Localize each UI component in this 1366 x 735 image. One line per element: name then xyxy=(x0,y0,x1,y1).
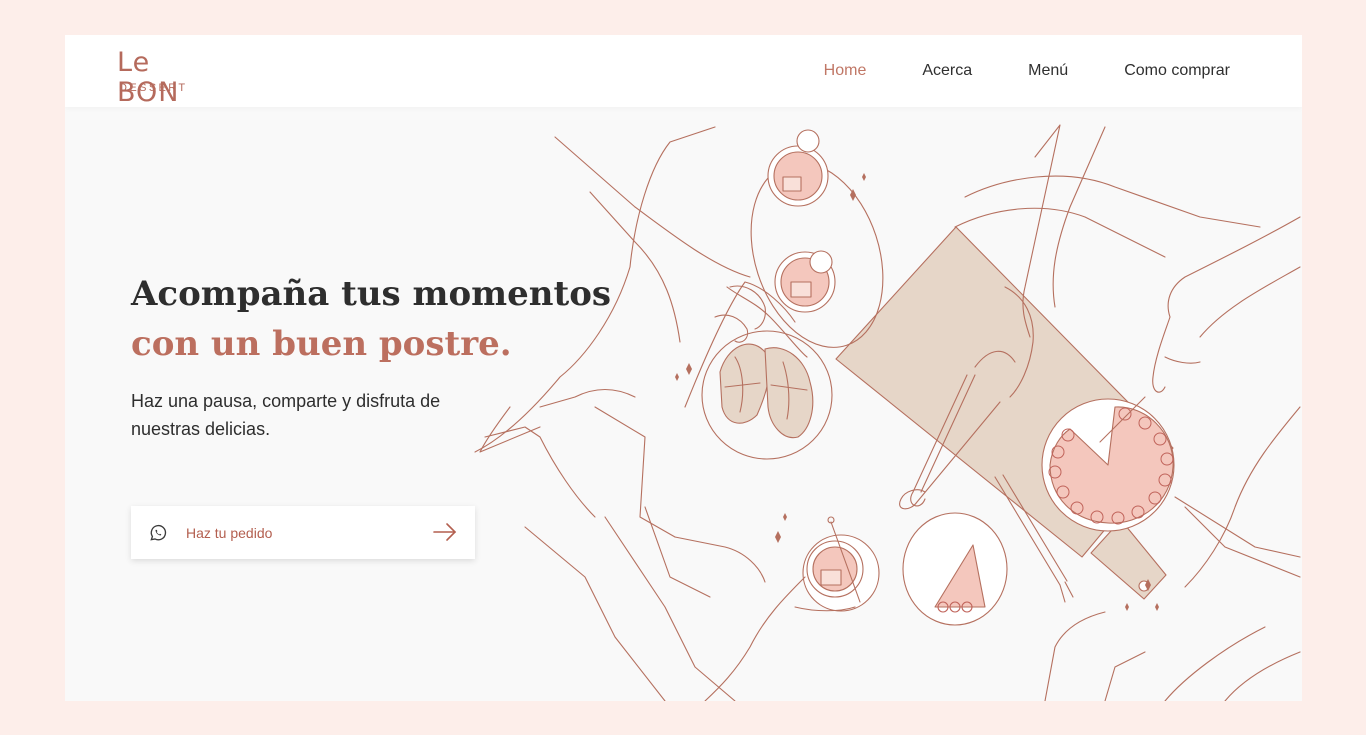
pie-slice-plate xyxy=(902,512,1008,626)
nav-item-home[interactable]: Home xyxy=(824,62,867,80)
hand-left xyxy=(714,285,766,343)
hero-title-line1: Acompaña tus momentos xyxy=(131,274,612,314)
logo-wordmark: Le BON xyxy=(117,47,180,108)
order-button-label: Haz tu pedido xyxy=(186,524,273,541)
order-button[interactable]: Haz tu pedido xyxy=(131,506,475,559)
logo-subtitle: DESSERT xyxy=(119,82,188,94)
hero-title-line2: con un buen postre. xyxy=(131,324,512,364)
drink-bottom xyxy=(704,513,880,701)
nav-item-como-comprar[interactable]: Como comprar xyxy=(1124,62,1230,80)
nav-item-acerca[interactable]: Acerca xyxy=(922,62,972,80)
hero-title: Acompaña tus momentos con un buen postre… xyxy=(131,269,611,369)
cake-plate xyxy=(1041,398,1175,532)
desserts-table-illustration xyxy=(474,124,1301,701)
hero-subtitle: Haz una pausa, comparte y disfruta de nu… xyxy=(131,391,441,439)
arrow-right-icon xyxy=(433,523,457,541)
person-bottom-lines xyxy=(1044,611,1301,701)
page-frame: Le BON DESSERT Home Acerca Menú Como com… xyxy=(65,35,1302,701)
croissant-plate xyxy=(701,330,833,460)
nav-item-menu[interactable]: Menú xyxy=(1028,62,1068,80)
main-nav: Home Acerca Menú Como comprar xyxy=(824,62,1230,80)
site-header: Le BON DESSERT Home Acerca Menú Como com… xyxy=(65,35,1302,108)
whatsapp-icon xyxy=(150,524,167,541)
brand-logo[interactable]: Le BON DESSERT xyxy=(117,48,197,108)
